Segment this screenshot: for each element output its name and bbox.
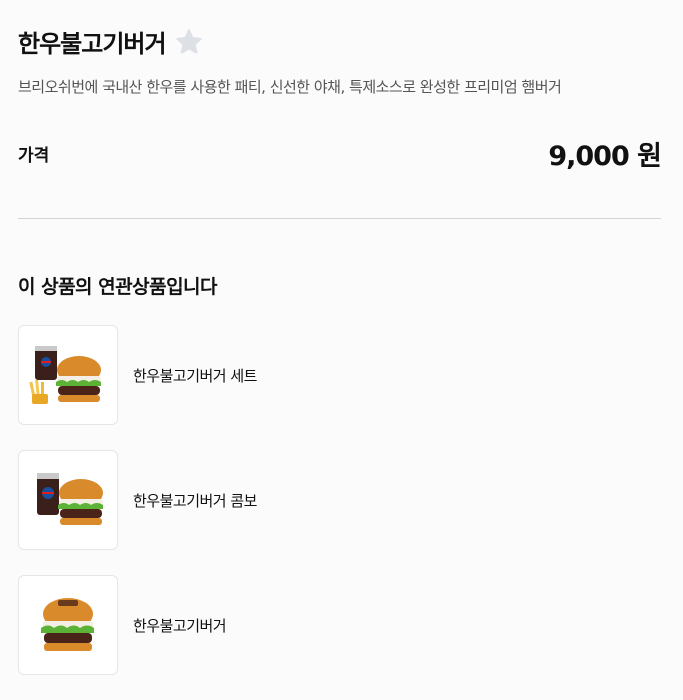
price-value: 9,000 원	[548, 141, 662, 172]
price-label: 가격	[18, 146, 50, 166]
related-item-combo[interactable]: 한우불고기버거 콤보	[18, 450, 658, 550]
related-item-single[interactable]: 한우불고기버거	[18, 575, 658, 675]
product-description: 브리오쉬번에 국내산 한우를 사용한 패티, 신선한 야채, 특제소스로 완성한…	[18, 78, 562, 96]
related-item-name: 한우불고기버거 콤보	[133, 491, 257, 510]
burger-image	[18, 575, 118, 675]
burger-set-image	[18, 325, 118, 425]
product-title: 한우불고기버거	[18, 30, 167, 58]
title-row: 한우불고기버거	[18, 24, 204, 59]
related-item-name: 한우불고기버거	[133, 616, 227, 635]
related-item-name: 한우불고기버거 세트	[133, 366, 257, 385]
divider	[18, 218, 661, 219]
burger-combo-image	[18, 450, 118, 550]
star-icon[interactable]	[174, 27, 204, 57]
related-list: 한우불고기버거 세트 한우불고기버거 콤보 한우불고기버거	[18, 325, 658, 700]
related-item-set[interactable]: 한우불고기버거 세트	[18, 325, 658, 425]
related-section-title: 이 상품의 연관상품입니다	[18, 276, 218, 298]
